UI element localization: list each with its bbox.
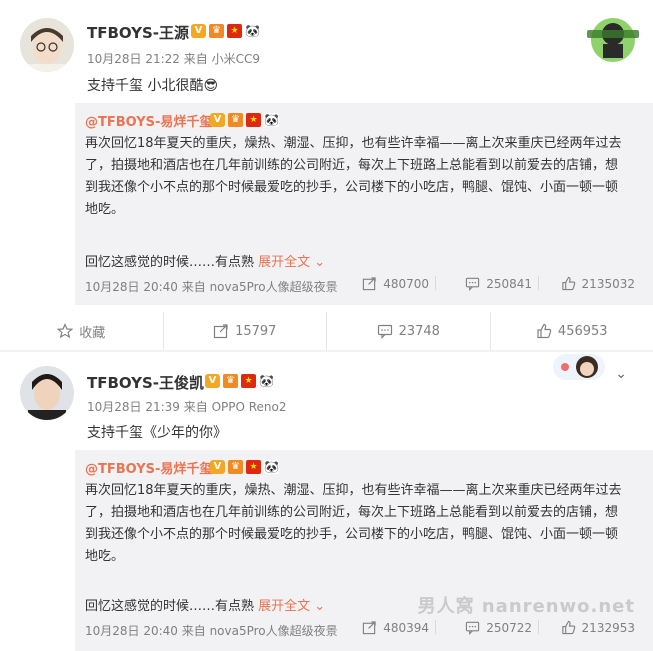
comment-icon [466, 621, 480, 635]
repost-meta: 10月28日 20:40 来自 nova5Pro人像超级夜景 [85, 624, 338, 638]
user-badges: V ♛ ★ 🐼 [191, 24, 260, 38]
repost-stats: 480394 250722 2132953 [339, 620, 635, 635]
repost-stats: 480700 250841 2135032 [339, 276, 635, 291]
china-flag-icon: ★ [241, 374, 256, 388]
share-count: 15797 [235, 323, 277, 339]
chevron-down-icon[interactable]: ⌄ [615, 366, 627, 382]
crown-icon: ♛ [228, 113, 243, 127]
verified-icon: V [205, 374, 220, 388]
card-badge-icon [553, 354, 605, 380]
username[interactable]: TFBOYS-王俊凯 [87, 372, 204, 393]
repost-line: 了，拍摄地和酒店也在几年前训练的公司附近，每次上下班路上总能看到以前爱去的店铺，… [85, 505, 619, 520]
verified-icon: V [191, 24, 206, 38]
comment-icon [377, 324, 392, 339]
share-count: 480700 [383, 276, 429, 291]
corner-logo-icon [587, 18, 639, 62]
repost-line: 到我还像个小不点的那个时候最爱吃的抄手，公司楼下的小吃店，鸭腿、馄饨、小面一顿一… [85, 527, 619, 542]
repost-meta: 10月28日 20:40 来自 nova5Pro人像超级夜景 [85, 280, 338, 294]
like-count: 2132953 [581, 620, 635, 635]
watermark: 男人窝 nanrenwo.net [417, 596, 635, 617]
divider [435, 276, 436, 290]
comment-button[interactable]: 23748 [327, 312, 491, 350]
like-icon [561, 276, 575, 291]
repost-badges: V ♛ ★ 🐼 [210, 460, 279, 474]
repost-box[interactable]: @TFBOYS-易烊千玺 V ♛ ★ 🐼 再次回忆18年夏天的重庆，燥热、潮湿、… [75, 103, 653, 305]
repost-more-text: 回忆这感觉的时候……有点熟 [85, 255, 259, 270]
repost-author[interactable]: @TFBOYS-易烊千玺 [85, 111, 212, 130]
favorite-label: 收藏 [79, 325, 106, 341]
expand-link[interactable]: 展开全文 ⌄ [258, 255, 325, 270]
repost-line: 再次回忆18年夏天的重庆，燥热、潮湿、压抑，也有些许幸福——离上次来重庆已经两年… [85, 483, 622, 498]
repost-comment-count[interactable]: 250722 [442, 620, 532, 635]
share-count: 480394 [383, 620, 429, 635]
like-button[interactable]: 456953 [491, 312, 653, 350]
comment-icon [466, 277, 480, 291]
like-icon [561, 620, 575, 635]
panda-icon: 🐼 [264, 460, 279, 474]
post-meta: 10月28日 21:22 来自 小米CC9 [87, 52, 260, 66]
repost-share-count[interactable]: 480394 [339, 620, 429, 635]
post-text: 支持千玺 小北很酷😎 [87, 78, 219, 94]
share-icon [363, 277, 376, 291]
divider [538, 276, 539, 290]
username[interactable]: TFBOYS-王源 [87, 22, 189, 43]
repost-comment-count[interactable]: 250841 [442, 276, 532, 291]
repost-badges: V ♛ ★ 🐼 [210, 113, 279, 127]
repost-more-text: 回忆这感觉的时候……有点熟 [85, 599, 259, 614]
crown-icon: ♛ [228, 460, 243, 474]
like-count: 456953 [557, 323, 608, 339]
china-flag-icon: ★ [227, 24, 242, 38]
favorite-button[interactable]: 收藏 [0, 312, 164, 350]
repost-body: 再次回忆18年夏天的重庆，燥热、潮湿、压抑，也有些许幸福——离上次来重庆已经两年… [85, 133, 635, 221]
weibo-card-1: TFBOYS-王源 V ♛ ★ 🐼 10月28日 21:22 来自 小米CC9 … [0, 0, 653, 310]
panda-icon: 🐼 [264, 113, 279, 127]
like-icon [537, 323, 552, 339]
repost-like-count[interactable]: 2132953 [545, 620, 635, 635]
crown-icon: ♛ [223, 374, 238, 388]
crown-icon: ♛ [209, 24, 224, 38]
repost-body: 再次回忆18年夏天的重庆，燥热、潮湿、压抑，也有些许幸福——离上次来重庆已经两年… [85, 480, 635, 568]
avatar[interactable] [20, 18, 74, 72]
post-text: 支持千玺《少年的你》 [87, 425, 227, 441]
verified-icon: V [210, 113, 225, 127]
divider [435, 620, 436, 634]
action-bar: 收藏 15797 23748 456953 [0, 312, 653, 350]
avatar[interactable] [20, 366, 74, 420]
comment-count: 23748 [398, 323, 440, 339]
repost-line: 地吃。 [85, 202, 125, 217]
share-button[interactable]: 15797 [164, 312, 327, 350]
divider [538, 620, 539, 634]
panda-icon: 🐼 [259, 374, 274, 388]
panda-icon: 🐼 [245, 24, 260, 38]
expand-link[interactable]: 展开全文 ⌄ [258, 599, 325, 614]
repost-line: 地吃。 [85, 549, 125, 564]
repost-like-count[interactable]: 2135032 [545, 276, 635, 291]
verified-icon: V [210, 460, 225, 474]
comment-count: 250841 [486, 276, 532, 291]
repost-more: 回忆这感觉的时候……有点熟 展开全文 ⌄ [85, 595, 325, 614]
repost-line: 到我还像个小不点的那个时候最爱吃的抄手，公司楼下的小吃店，鸭腿、馄饨、小面一顿一… [85, 180, 619, 195]
star-icon [57, 323, 74, 339]
repost-author[interactable]: @TFBOYS-易烊千玺 [85, 458, 212, 477]
post-meta: 10月28日 21:39 来自 OPPO Reno2 [87, 400, 287, 414]
china-flag-icon: ★ [246, 460, 261, 474]
user-badges: V ♛ ★ 🐼 [205, 374, 274, 388]
repost-box[interactable]: @TFBOYS-易烊千玺 V ♛ ★ 🐼 再次回忆18年夏天的重庆，燥热、潮湿、… [75, 450, 653, 651]
repost-share-count[interactable]: 480700 [339, 276, 429, 291]
repost-line: 了，拍摄地和酒店也在几年前训练的公司附近，每次上下班路上总能看到以前爱去的店铺，… [85, 158, 619, 173]
repost-line: 再次回忆18年夏天的重庆，燥热、潮湿、压抑，也有些许幸福——离上次来重庆已经两年… [85, 136, 622, 151]
china-flag-icon: ★ [246, 113, 261, 127]
comment-count: 250722 [486, 620, 532, 635]
like-count: 2135032 [581, 276, 635, 291]
share-icon [213, 324, 228, 339]
share-icon [363, 621, 376, 635]
repost-more: 回忆这感觉的时候……有点熟 展开全文 ⌄ [85, 251, 325, 270]
